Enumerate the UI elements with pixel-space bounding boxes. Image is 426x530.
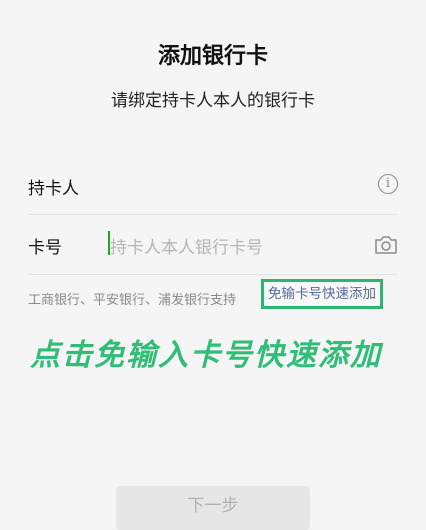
card-number-input[interactable]: 持卡人本人银行卡号	[110, 233, 263, 258]
divider	[28, 214, 398, 215]
annotation-caption: 点击免输入卡号快速添加	[30, 338, 382, 373]
supported-banks-text: 工商银行、平安银行、浦发银行支持	[28, 293, 237, 308]
next-step-button[interactable]: 下一步	[116, 486, 310, 530]
card-number-label: 卡号	[28, 238, 62, 258]
card-number-row[interactable]: 卡号 持卡人本人银行卡号	[28, 217, 398, 273]
page-title: 添加银行卡	[157, 44, 268, 69]
page-subtitle: 请绑定持卡人本人的银行卡	[111, 91, 315, 111]
quick-add-link[interactable]: 免输卡号快速添加	[261, 279, 383, 309]
cardholder-label: 持卡人	[28, 179, 79, 199]
cardholder-row[interactable]: 持卡人 i	[28, 158, 398, 214]
camera-icon[interactable]	[374, 235, 398, 259]
divider	[28, 274, 398, 275]
info-icon[interactable]: i	[378, 174, 398, 194]
